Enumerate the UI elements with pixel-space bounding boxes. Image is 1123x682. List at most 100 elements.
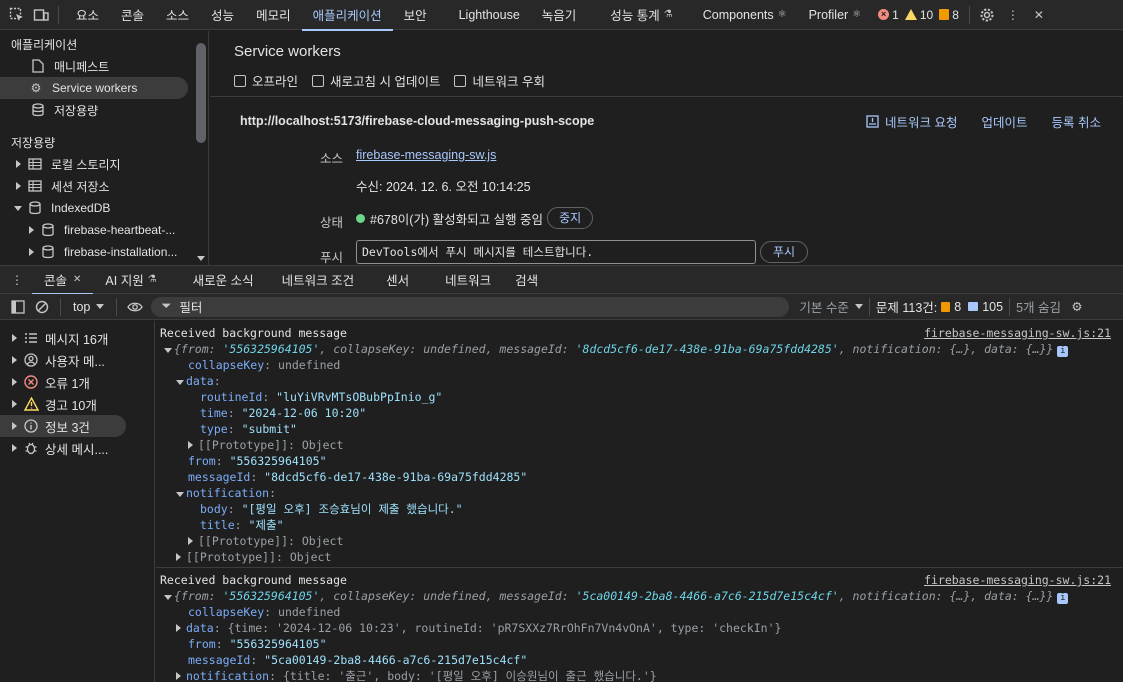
expand-icon[interactable]	[26, 225, 36, 235]
console-filter-messages[interactable]: 메시지 16개	[0, 327, 154, 349]
sidebar-item-session-storage[interactable]: 세션 저장소	[0, 175, 193, 197]
device-toolbar-icon[interactable]	[30, 4, 52, 26]
info-icon[interactable]: i	[1057, 593, 1069, 604]
drawer-tab-sensors[interactable]: 센서	[374, 266, 421, 294]
unregister-link[interactable]: 등록 취소	[1052, 112, 1101, 131]
context-selector[interactable]: top	[67, 300, 110, 314]
expand-icon[interactable]	[12, 400, 17, 408]
offline-checkbox[interactable]: 오프라인	[234, 71, 298, 90]
sidebar-item-label: firebase-installation...	[64, 245, 178, 259]
collapse-icon[interactable]	[164, 341, 174, 357]
sidebar-item-storage[interactable]: 저장용량	[0, 99, 193, 121]
more-options-icon[interactable]: ⋮	[1002, 4, 1024, 26]
drawer-tab-ai-assistance[interactable]: AI 지원 ⚗	[93, 266, 168, 294]
sidebar-toggle-icon[interactable]	[6, 295, 30, 319]
drawer-tab-console[interactable]: 콘솔 ✕	[32, 266, 94, 295]
expand-icon[interactable]	[176, 620, 186, 636]
sidebar-item-local-storage[interactable]: 로컬 스토리지	[0, 153, 193, 175]
message-source-link[interactable]: firebase-messaging-sw.js:21	[924, 572, 1111, 588]
checkbox-box[interactable]	[454, 74, 467, 87]
console-filter-input[interactable]: ⏷ 필터	[151, 296, 790, 317]
tab-security[interactable]: 보안	[393, 0, 438, 30]
expand-icon[interactable]	[26, 247, 36, 257]
collapse-icon[interactable]	[176, 485, 186, 501]
object-summary[interactable]: {from: '556325964105', collapseKey: unde…	[156, 588, 1123, 604]
expand-icon[interactable]	[12, 444, 17, 452]
console-filter-verbose[interactable]: 상세 메시....	[0, 437, 154, 459]
table-grid-icon	[27, 178, 43, 194]
stop-button[interactable]: 중지	[547, 207, 594, 229]
console-filter-warnings[interactable]: 경고 10개	[0, 393, 154, 415]
push-button[interactable]: 푸시	[760, 241, 809, 263]
expand-icon[interactable]	[188, 437, 198, 453]
network-requests-link[interactable]: 네트워크 요청	[866, 112, 958, 131]
console-filter-user[interactable]: 사용자 메...	[0, 349, 154, 371]
sidebar-scrollbar[interactable]	[193, 31, 209, 265]
info-icon[interactable]: i	[1057, 346, 1069, 357]
object-summary[interactable]: {from: '556325964105', collapseKey: unde…	[156, 341, 1123, 357]
live-expression-eye-icon[interactable]	[123, 295, 147, 319]
expand-icon[interactable]	[176, 549, 186, 565]
database-icon	[40, 222, 56, 238]
close-icon[interactable]: ✕	[1028, 4, 1050, 26]
expand-icon[interactable]	[13, 159, 23, 169]
drawer-menu-icon[interactable]: ⋮	[6, 269, 28, 291]
checkbox-box[interactable]	[234, 74, 246, 87]
console-filter-info[interactable]: 정보 3건	[0, 415, 126, 437]
console-filter-errors[interactable]: 오류 1개	[0, 371, 154, 393]
expand-icon[interactable]	[12, 422, 17, 430]
status-running-icon	[356, 213, 365, 223]
expand-icon[interactable]	[188, 533, 198, 549]
tab-sources[interactable]: 소스	[155, 0, 200, 30]
console-message: Received background message firebase-mes…	[156, 321, 1123, 568]
tab-profiler[interactable]: Profiler ⚛	[798, 0, 873, 30]
collapse-icon[interactable]	[13, 203, 23, 213]
console-filter-label: 정보 3건	[45, 420, 90, 435]
issue-counters[interactable]: × 1 10 8	[878, 8, 959, 22]
tab-recorder[interactable]: 녹음기	[531, 0, 588, 30]
sidebar-item-service-workers[interactable]: ⚙ Service workers	[0, 77, 188, 99]
bypass-network-checkbox[interactable]: 네트워크 우회	[454, 71, 545, 90]
scroll-down-arrow-icon[interactable]	[197, 256, 205, 261]
log-levels-dropdown[interactable]: 기본 수준	[799, 297, 863, 316]
expand-icon[interactable]	[176, 668, 186, 682]
console-settings-gear-icon[interactable]: ⚙	[1065, 295, 1089, 319]
drawer-tab-network-conditions[interactable]: 네트워크 조건	[270, 266, 366, 294]
tab-performance[interactable]: 성능	[200, 0, 245, 30]
checkbox-box[interactable]	[312, 74, 325, 87]
tab-components[interactable]: Components ⚛	[692, 0, 798, 30]
message-source-link[interactable]: firebase-messaging-sw.js:21	[924, 325, 1111, 341]
drawer-tab-bar: ⋮ 콘솔 ✕ AI 지원 ⚗ 새로운 소식 네트워크 조건 센서 네트워크 검색	[0, 265, 1123, 295]
sidebar-item-db-installations[interactable]: firebase-installation...	[0, 241, 193, 263]
sidebar-item-indexeddb[interactable]: IndexedDB	[0, 197, 193, 219]
expand-icon[interactable]	[13, 181, 23, 191]
drawer-tab-search[interactable]: 검색	[503, 266, 550, 294]
sidebar-item-db-heartbeat[interactable]: firebase-heartbeat-...	[0, 219, 193, 241]
expand-icon[interactable]	[12, 356, 17, 364]
drawer-tab-whats-new[interactable]: 새로운 소식	[181, 266, 266, 294]
toolbar-divider	[868, 297, 870, 316]
close-icon[interactable]: ✕	[73, 274, 81, 285]
tab-console[interactable]: 콘솔	[110, 0, 155, 30]
source-file-link[interactable]: firebase-messaging-sw.js	[356, 148, 496, 162]
update-link[interactable]: 업데이트	[982, 112, 1028, 131]
drawer-tab-network[interactable]: 네트워크	[433, 266, 503, 294]
clear-console-icon[interactable]	[30, 295, 54, 319]
console-filter-label: 사용자 메...	[45, 354, 105, 369]
collapse-icon[interactable]	[176, 373, 186, 389]
settings-gear-icon[interactable]	[976, 4, 998, 26]
issues-counter[interactable]: 문제 113건: 8 105	[876, 297, 1003, 316]
tab-application[interactable]: 애플리케이션	[301, 0, 393, 31]
scrollbar-thumb[interactable]	[196, 43, 206, 143]
update-on-reload-checkbox[interactable]: 새로고침 시 업데이트	[312, 71, 440, 90]
tab-performance-insights[interactable]: 성능 통계 ⚗	[599, 0, 683, 30]
collapse-icon[interactable]	[164, 588, 174, 604]
sidebar-item-manifest[interactable]: 매니페스트	[0, 55, 193, 77]
expand-icon[interactable]	[12, 378, 17, 386]
tab-memory[interactable]: 메모리	[245, 0, 302, 30]
tab-elements[interactable]: 요소	[65, 0, 110, 30]
expand-icon[interactable]	[12, 334, 17, 342]
push-message-input[interactable]: DevTools에서 푸시 메시지를 테스트합니다.	[356, 240, 756, 264]
inspect-element-icon[interactable]	[6, 4, 28, 26]
tab-lighthouse[interactable]: Lighthouse	[448, 0, 531, 30]
